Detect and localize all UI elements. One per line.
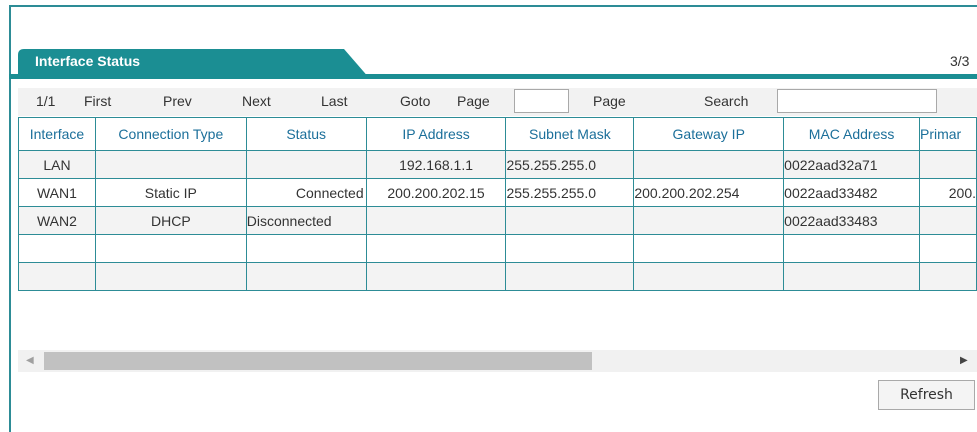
scroll-left-arrow-icon[interactable]: ◀: [26, 355, 34, 366]
table-row[interactable]: WAN2 DHCP Disconnected 0022aad33483: [18, 206, 977, 235]
cell-status: [245, 150, 367, 179]
table-row[interactable]: LAN 192.168.1.1 255.255.255.0 0022aad32a…: [18, 150, 977, 179]
scrollbar-thumb[interactable]: [44, 352, 592, 370]
search-label: Search: [704, 93, 749, 109]
page-count: 3/3: [950, 53, 970, 69]
search-input[interactable]: [777, 89, 937, 113]
cell-connection-type: DHCP: [94, 206, 247, 235]
page-number-input[interactable]: [514, 89, 569, 113]
next-page-link[interactable]: Next: [242, 93, 271, 109]
column-header-connection-type[interactable]: Connection Type: [94, 117, 247, 151]
cell-subnet-mask: 255.255.255.0: [505, 178, 635, 207]
cell-interface: LAN: [18, 150, 96, 179]
column-header-interface[interactable]: Interface: [18, 117, 96, 151]
cell-gateway-ip: [633, 206, 785, 235]
cell-ip-address: [365, 234, 507, 263]
column-header-status[interactable]: Status: [245, 117, 367, 151]
goto-page-link[interactable]: Goto: [400, 93, 430, 109]
page-label-suffix: Page: [593, 93, 626, 109]
horizontal-scrollbar[interactable]: ◀ ▶: [18, 350, 977, 372]
cell-primary: [919, 150, 977, 179]
column-header-ip-address[interactable]: IP Address: [365, 117, 507, 151]
cell-mac-address: 0022aad33482: [783, 178, 920, 207]
interface-status-table: Interface Connection Type Status IP Addr…: [18, 117, 977, 291]
cell-status: Connected: [245, 178, 367, 207]
cell-status: [245, 234, 367, 263]
cell-status: [245, 262, 367, 291]
cell-primary: [919, 206, 977, 235]
cell-ip-address: [365, 206, 507, 235]
panel-header-bar: [9, 74, 977, 79]
cell-interface: [18, 234, 96, 263]
column-header-gateway-ip[interactable]: Gateway IP: [633, 117, 785, 151]
cell-subnet-mask: [505, 234, 635, 263]
pager-toolbar: 1/1 First Prev Next Last Goto Page Page …: [18, 88, 977, 116]
cell-connection-type: Static IP: [94, 178, 247, 207]
cell-subnet-mask: [505, 262, 635, 291]
column-header-subnet-mask[interactable]: Subnet Mask: [505, 117, 635, 151]
cell-primary: [919, 262, 977, 291]
cell-interface: WAN2: [18, 206, 96, 235]
pager-position: 1/1: [36, 93, 56, 109]
cell-primary: [919, 234, 977, 263]
cell-mac-address: [783, 234, 920, 263]
cell-interface: [18, 262, 96, 291]
table-row[interactable]: [18, 262, 977, 291]
column-header-mac-address[interactable]: MAC Address: [783, 117, 920, 151]
cell-gateway-ip: [633, 150, 785, 179]
cell-gateway-ip: [633, 262, 785, 291]
cell-primary: 200.: [919, 178, 977, 207]
cell-gateway-ip: 200.200.202.254: [633, 178, 785, 207]
table-header-row: Interface Connection Type Status IP Addr…: [18, 117, 977, 151]
refresh-button[interactable]: Refresh: [878, 380, 975, 410]
prev-page-link[interactable]: Prev: [163, 93, 192, 109]
cell-ip-address: [365, 262, 507, 291]
cell-mac-address: 0022aad33483: [783, 206, 920, 235]
column-header-primary[interactable]: Primar: [919, 117, 977, 151]
cell-gateway-ip: [633, 234, 785, 263]
cell-connection-type: [94, 262, 247, 291]
panel-title: Interface Status: [35, 53, 141, 69]
first-page-link[interactable]: First: [84, 93, 111, 109]
cell-connection-type: [94, 234, 247, 263]
cell-status: Disconnected: [245, 206, 367, 235]
page-label: Page: [457, 93, 490, 109]
cell-ip-address: 192.168.1.1: [365, 150, 507, 179]
cell-connection-type: [94, 150, 247, 179]
table-row[interactable]: [18, 234, 977, 263]
cell-subnet-mask: 255.255.255.0: [505, 150, 635, 179]
cell-interface: WAN1: [18, 178, 96, 207]
cell-subnet-mask: [505, 206, 635, 235]
cell-ip-address: 200.200.202.15: [365, 178, 507, 207]
cell-mac-address: [783, 262, 920, 291]
table-row[interactable]: WAN1 Static IP Connected 200.200.202.15 …: [18, 178, 977, 207]
scroll-right-arrow-icon[interactable]: ▶: [960, 355, 968, 366]
cell-mac-address: 0022aad32a71: [783, 150, 920, 179]
last-page-link[interactable]: Last: [321, 93, 347, 109]
